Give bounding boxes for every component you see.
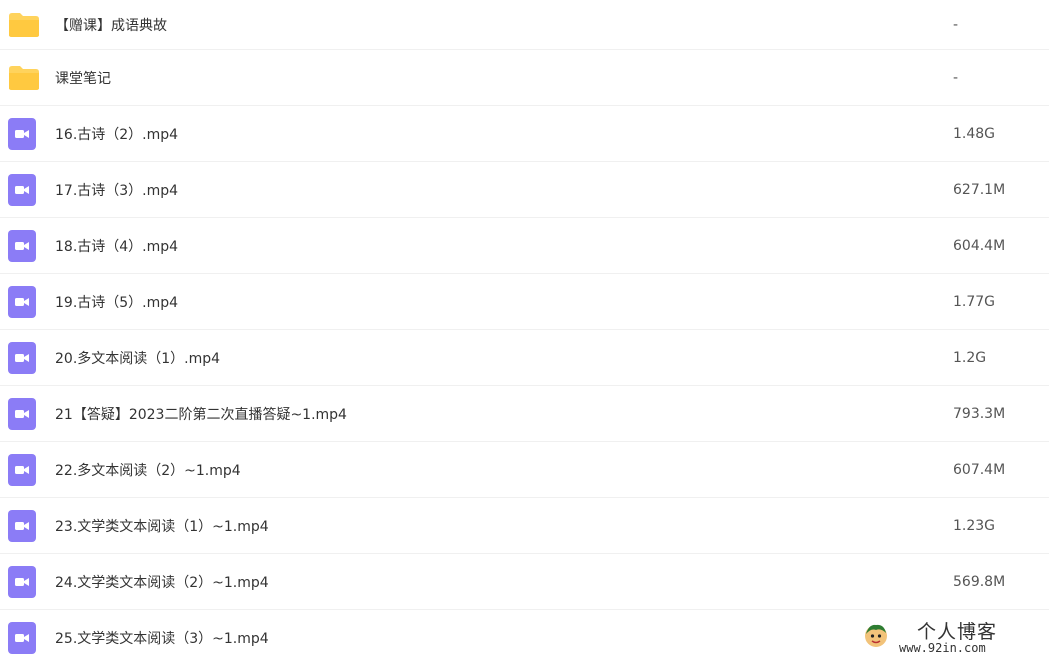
file-size: 569.8M	[953, 573, 1006, 590]
file-size: -	[953, 69, 959, 86]
video-file-icon	[8, 453, 36, 486]
file-name[interactable]: 19.古诗（5）.mp4	[55, 292, 178, 312]
file-row[interactable]: 16.古诗（2）.mp4 1.48G	[0, 106, 1049, 162]
watermark-title: 个人博客	[917, 621, 998, 643]
file-row[interactable]: 18.古诗（4）.mp4 604.4M	[0, 218, 1049, 274]
file-name[interactable]: 【赠课】成语典故	[55, 15, 167, 35]
file-row[interactable]: 【赠课】成语典故 -	[0, 0, 1049, 50]
video-file-icon	[8, 341, 36, 374]
file-row[interactable]: 20.多文本阅读（1）.mp4 1.2G	[0, 330, 1049, 386]
file-size: 604.4M	[953, 237, 1006, 254]
file-size: 1.23G	[953, 517, 996, 534]
file-name[interactable]: 24.文学类文本阅读（2）~1.mp4	[55, 572, 269, 592]
file-name[interactable]: 22.多文本阅读（2）~1.mp4	[55, 460, 241, 480]
watermark-url: www.92in.com	[899, 641, 986, 655]
file-name[interactable]: 课堂笔记	[55, 68, 111, 88]
file-name[interactable]: 25.文学类文本阅读（3）~1.mp4	[55, 628, 269, 648]
file-size: 1.77G	[953, 293, 996, 310]
video-file-icon	[8, 117, 36, 150]
file-size: 1.48G	[953, 125, 996, 142]
file-name[interactable]: 21【答疑】2023二阶第二次直播答疑~1.mp4	[55, 404, 347, 424]
file-name[interactable]: 23.文学类文本阅读（1）~1.mp4	[55, 516, 269, 536]
file-row[interactable]: 22.多文本阅读（2）~1.mp4 607.4M	[0, 442, 1049, 498]
file-size: 607.4M	[953, 461, 1006, 478]
file-size: 1.2G	[953, 349, 987, 366]
file-size: 793.3M	[953, 405, 1006, 422]
file-row[interactable]: 24.文学类文本阅读（2）~1.mp4 569.8M	[0, 554, 1049, 610]
site-watermark: 个人博客 www.92in.com	[863, 619, 1033, 659]
video-file-icon	[8, 229, 36, 262]
video-file-icon	[8, 285, 36, 318]
file-name[interactable]: 17.古诗（3）.mp4	[55, 180, 178, 200]
video-file-icon	[8, 509, 36, 542]
file-row[interactable]: 17.古诗（3）.mp4 627.1M	[0, 162, 1049, 218]
file-name[interactable]: 18.古诗（4）.mp4	[55, 236, 178, 256]
folder-icon	[8, 65, 40, 91]
file-row[interactable]: 21【答疑】2023二阶第二次直播答疑~1.mp4 793.3M	[0, 386, 1049, 442]
video-file-icon	[8, 622, 36, 654]
video-file-icon	[8, 173, 36, 206]
file-size: 627.1M	[953, 181, 1006, 198]
file-name[interactable]: 20.多文本阅读（1）.mp4	[55, 348, 220, 368]
file-list: 【赠课】成语典故 - 课堂笔记 - 16.古诗（2）.mp4 1.48G 17.…	[0, 0, 1049, 666]
file-row[interactable]: 23.文学类文本阅读（1）~1.mp4 1.23G	[0, 498, 1049, 554]
file-row[interactable]: 课堂笔记 -	[0, 50, 1049, 106]
file-size: -	[953, 16, 959, 33]
cartoon-face-icon	[863, 622, 889, 648]
video-file-icon	[8, 397, 36, 430]
file-row[interactable]: 19.古诗（5）.mp4 1.77G	[0, 274, 1049, 330]
file-name[interactable]: 16.古诗（2）.mp4	[55, 124, 178, 144]
folder-icon	[8, 12, 40, 38]
video-file-icon	[8, 565, 36, 598]
